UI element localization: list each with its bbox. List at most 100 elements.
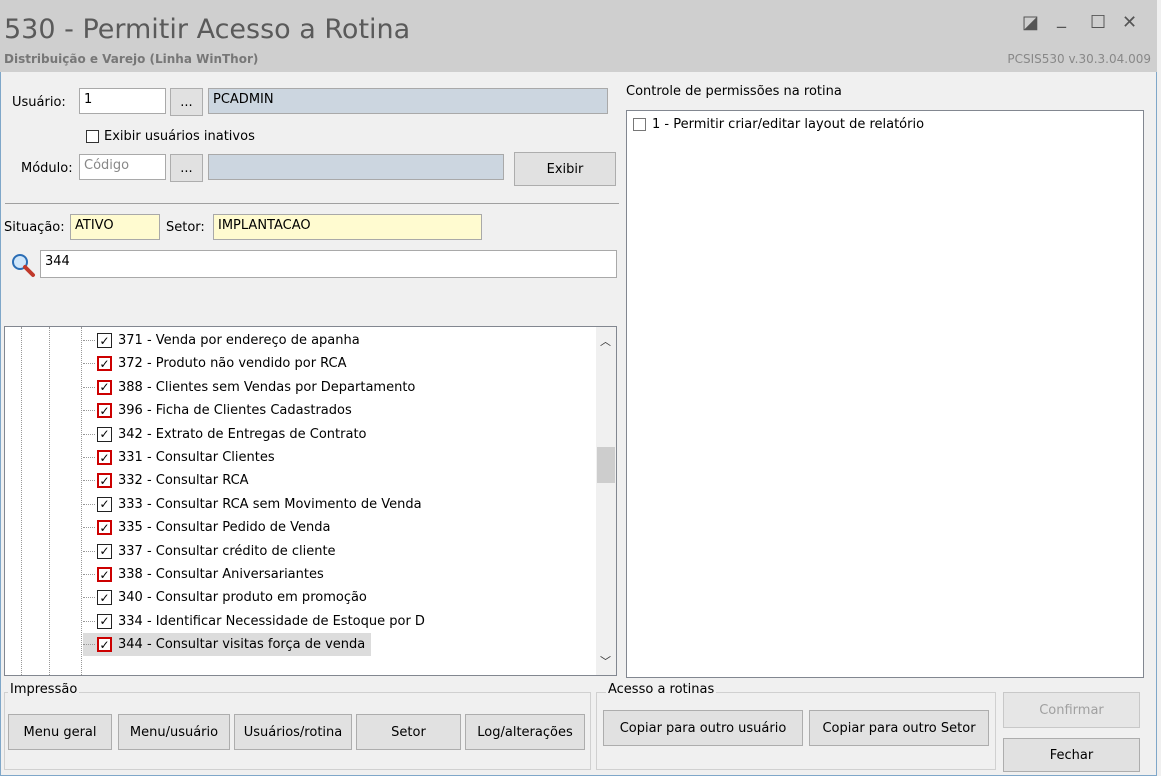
tree-item[interactable]: ✓ 372 - Produto não vendido por RCA	[83, 352, 347, 375]
tree-item-checkbox[interactable]: ✓	[97, 520, 112, 536]
tree-item-label: 340 - Consultar produto em promoção	[118, 590, 367, 606]
setor-field: IMPLANTACAO	[213, 214, 482, 240]
copiar-setor-button[interactable]: Copiar para outro Setor	[809, 710, 989, 746]
usuario-code-input[interactable]: 1	[79, 88, 166, 114]
tree-item[interactable]: ✓ 333 - Consultar RCA sem Movimento de Ve…	[83, 493, 422, 516]
tree-connector	[83, 340, 95, 341]
search-input[interactable]: 344	[40, 250, 617, 278]
usuario-name-field: PCADMIN	[208, 88, 608, 114]
copiar-usuario-label: Copiar para outro usuário	[619, 720, 787, 736]
usuario-label: Usuário:	[12, 95, 66, 110]
exibir-button[interactable]: Exibir	[514, 152, 616, 186]
version-label: PCSIS530 v.30.3.04.009	[1007, 52, 1151, 66]
situacao-field: ATIVO	[70, 214, 160, 240]
scroll-thumb[interactable]	[597, 447, 615, 483]
tree-item-checkbox[interactable]: ✓	[97, 379, 112, 395]
scroll-up-icon[interactable]: ︿	[600, 333, 611, 349]
tree-connector	[83, 620, 95, 622]
tree-item-label: 332 - Consultar RCA	[118, 473, 249, 489]
tree-item-label: 335 - Consultar Pedido de Venda	[118, 520, 331, 536]
tree-connector	[83, 457, 95, 458]
usuarios-rotina-button[interactable]: Usuários/rotina	[234, 714, 352, 750]
modulo-code-input[interactable]: Código	[79, 154, 166, 180]
tree-item-checkbox[interactable]: ✓	[97, 450, 112, 465]
setor-button[interactable]: Setor	[356, 714, 461, 750]
copiar-setor-label: Copiar para outro Setor	[822, 720, 976, 736]
menu-usuario-button[interactable]: Menu/usuário	[118, 714, 230, 750]
tree-item[interactable]: ✓ 388 - Clientes sem Vendas por Departame…	[83, 376, 415, 399]
tree-item[interactable]: ✓ 331 - Consultar Clientes	[83, 446, 275, 469]
tree-item[interactable]: ✓ 332 - Consultar RCA	[83, 469, 249, 492]
inativos-checkbox[interactable]	[86, 130, 99, 143]
tree-connector	[83, 550, 95, 552]
menu-geral-label: Menu geral	[23, 724, 97, 740]
tree-item-label: 337 - Consultar crédito de cliente	[118, 543, 336, 559]
maximize-icon[interactable]: ☐	[1090, 12, 1106, 33]
log-alteracoes-label: Log/alterações	[477, 724, 573, 740]
tree-item-checkbox[interactable]: ✓	[97, 567, 112, 582]
tree-item-label: 333 - Consultar RCA sem Movimento de Ven…	[118, 496, 422, 512]
confirmar-label: Confirmar	[1039, 702, 1104, 718]
tree-item-checkbox[interactable]: ✓	[97, 590, 112, 606]
tree-item-label: 342 - Extrato de Entregas de Contrato	[118, 426, 367, 442]
confirmar-button[interactable]: Confirmar	[1003, 692, 1140, 728]
scroll-down-icon[interactable]: ﹀	[600, 653, 611, 669]
tree-item[interactable]: ✓ 340 - Consultar produto em promoção	[83, 586, 367, 609]
tree-item-checkbox[interactable]: ✓	[97, 473, 112, 489]
tree-connector	[83, 433, 95, 435]
impressao-title: Impressão	[8, 682, 80, 697]
setor-label: Setor:	[166, 220, 205, 235]
form-separator	[5, 203, 619, 204]
search-icon[interactable]	[10, 252, 36, 278]
tree-item-label: 388 - Clientes sem Vendas por Departamen…	[118, 379, 416, 395]
menu-geral-button[interactable]: Menu geral	[8, 714, 112, 750]
tree-item[interactable]: ✓ 396 - Ficha de Clientes Cadastrados	[83, 399, 352, 422]
tree-item[interactable]: ✓ 371 - Venda por endereço de apanha	[83, 329, 360, 352]
tree-item-label: 338 - Consultar Aniversariantes	[118, 567, 324, 582]
minimize-icon[interactable]: _	[1057, 8, 1066, 29]
tree-scrollbar[interactable]: ︿ ﹀	[596, 327, 616, 675]
tree-connector	[83, 503, 95, 505]
tree-item-label: 344 - Consultar visitas força de venda	[118, 637, 366, 653]
permissions-title: Controle de permissões na rotina	[626, 84, 842, 99]
tree-item[interactable]: ✓ 344 - Consultar visitas força de venda	[83, 633, 372, 657]
tree-connector	[83, 597, 95, 599]
permissions-list[interactable]: 1 - Permitir criar/editar layout de rela…	[626, 110, 1144, 678]
modulo-browse-button[interactable]: ...	[170, 154, 203, 182]
tree-connector	[83, 527, 95, 529]
fechar-button[interactable]: Fechar	[1003, 738, 1140, 772]
tree-item-label: 331 - Consultar Clientes	[118, 450, 275, 465]
permission-item[interactable]: 1 - Permitir criar/editar layout de rela…	[633, 117, 924, 132]
tree-item[interactable]: ✓ 334 - Identificar Necessidade de Estoqu…	[83, 610, 425, 633]
fechar-label: Fechar	[1049, 747, 1094, 763]
tree-item-checkbox[interactable]: ✓	[97, 333, 112, 348]
close-icon[interactable]: ✕	[1122, 12, 1137, 33]
tree-item-checkbox[interactable]: ✓	[97, 356, 112, 372]
modulo-name-field	[208, 154, 504, 180]
inativos-label: Exibir usuários inativos	[104, 129, 255, 144]
tree-item-checkbox[interactable]: ✓	[97, 403, 112, 419]
rotinas-tree[interactable]: ✓ 371 - Venda por endereço de apanha ✓ 372 …	[4, 326, 617, 676]
log-alteracoes-button[interactable]: Log/alterações	[465, 714, 585, 750]
tree-item-label: 371 - Venda por endereço de apanha	[118, 333, 360, 348]
tree-item-checkbox[interactable]: ✓	[97, 496, 112, 512]
tree-item-label: 396 - Ficha de Clientes Cadastrados	[118, 403, 352, 419]
tree-connector	[83, 386, 95, 388]
permission-checkbox[interactable]	[633, 118, 646, 131]
tree-connector	[83, 574, 95, 575]
restore-icon[interactable]: ◪	[1022, 12, 1039, 33]
tree-item-checkbox[interactable]: ✓	[97, 426, 112, 442]
tree-item-checkbox[interactable]: ✓	[97, 637, 112, 653]
tree-item-checkbox[interactable]: ✓	[97, 613, 112, 629]
tree-item-checkbox[interactable]: ✓	[97, 543, 112, 559]
modulo-label: Módulo:	[21, 161, 73, 176]
tree-item[interactable]: ✓ 342 - Extrato de Entregas de Contrato	[83, 423, 367, 446]
tree-connector	[83, 410, 95, 412]
tree-item[interactable]: ✓ 338 - Consultar Aniversariantes	[83, 563, 324, 586]
usuarios-rotina-label: Usuários/rotina	[243, 724, 343, 740]
copiar-usuario-button[interactable]: Copiar para outro usuário	[603, 710, 803, 746]
tree-item[interactable]: ✓ 335 - Consultar Pedido de Venda	[83, 516, 331, 539]
tree-item[interactable]: ✓ 337 - Consultar crédito de cliente	[83, 540, 336, 563]
usuario-browse-button[interactable]: ...	[170, 88, 203, 116]
window-subtitle: Distribuição e Varejo (Linha WinThor)	[4, 52, 259, 66]
